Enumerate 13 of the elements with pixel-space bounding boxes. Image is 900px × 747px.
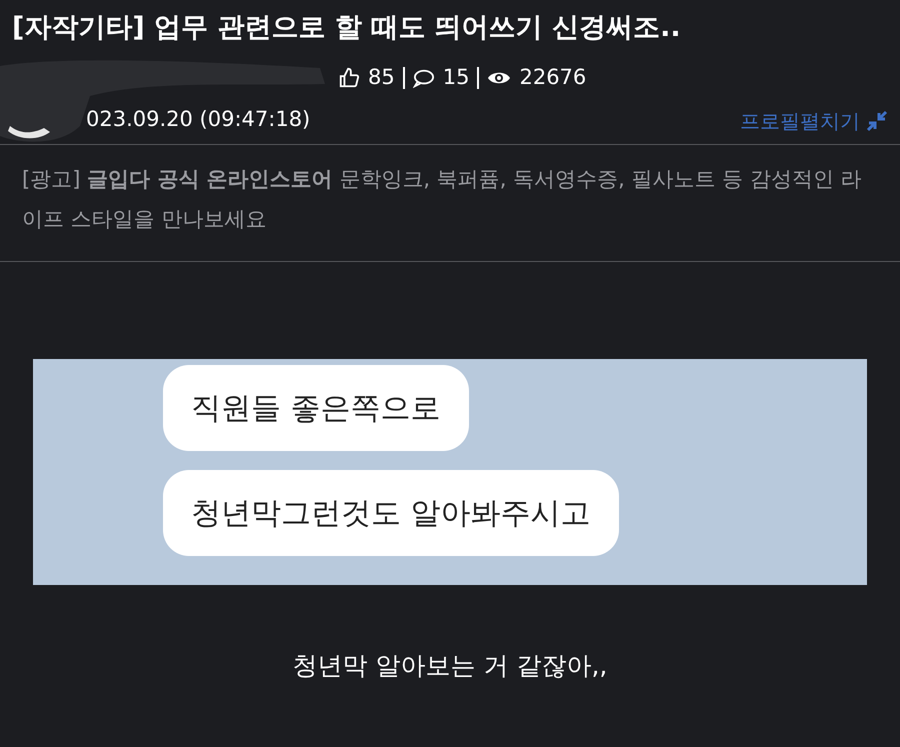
profile-expand-link[interactable]: 프로필펼치기 xyxy=(740,106,860,136)
ad-text: [광고] 글입다 공식 온라인스토어 문학잉크, 북퍼퓸, 독서영수증, 필사노트 등 감성적인 라이프 스타일을 만나보세요 xyxy=(22,166,862,233)
post-title: [자작기타] 업무 관련으로 할 때도 띄어쓰기 신경써조.. xyxy=(12,11,682,45)
thumbs-up-icon xyxy=(338,66,360,89)
caption: 청년막 알아보는 거 같잖아,, xyxy=(292,650,608,682)
post-date: 023.09.20 (09:47:18) xyxy=(86,106,310,133)
chat-bubble: 직원들 좋은쪽으로 xyxy=(163,365,469,451)
comment-icon xyxy=(412,68,435,88)
view-count: 22676 xyxy=(519,64,586,91)
chat-bubble: 청년막그런것도 알아봐주시고 xyxy=(163,470,619,556)
collapse-arrows-icon xyxy=(866,110,888,132)
comment-count: 15 xyxy=(442,64,470,91)
like-count: 85 xyxy=(368,64,395,91)
